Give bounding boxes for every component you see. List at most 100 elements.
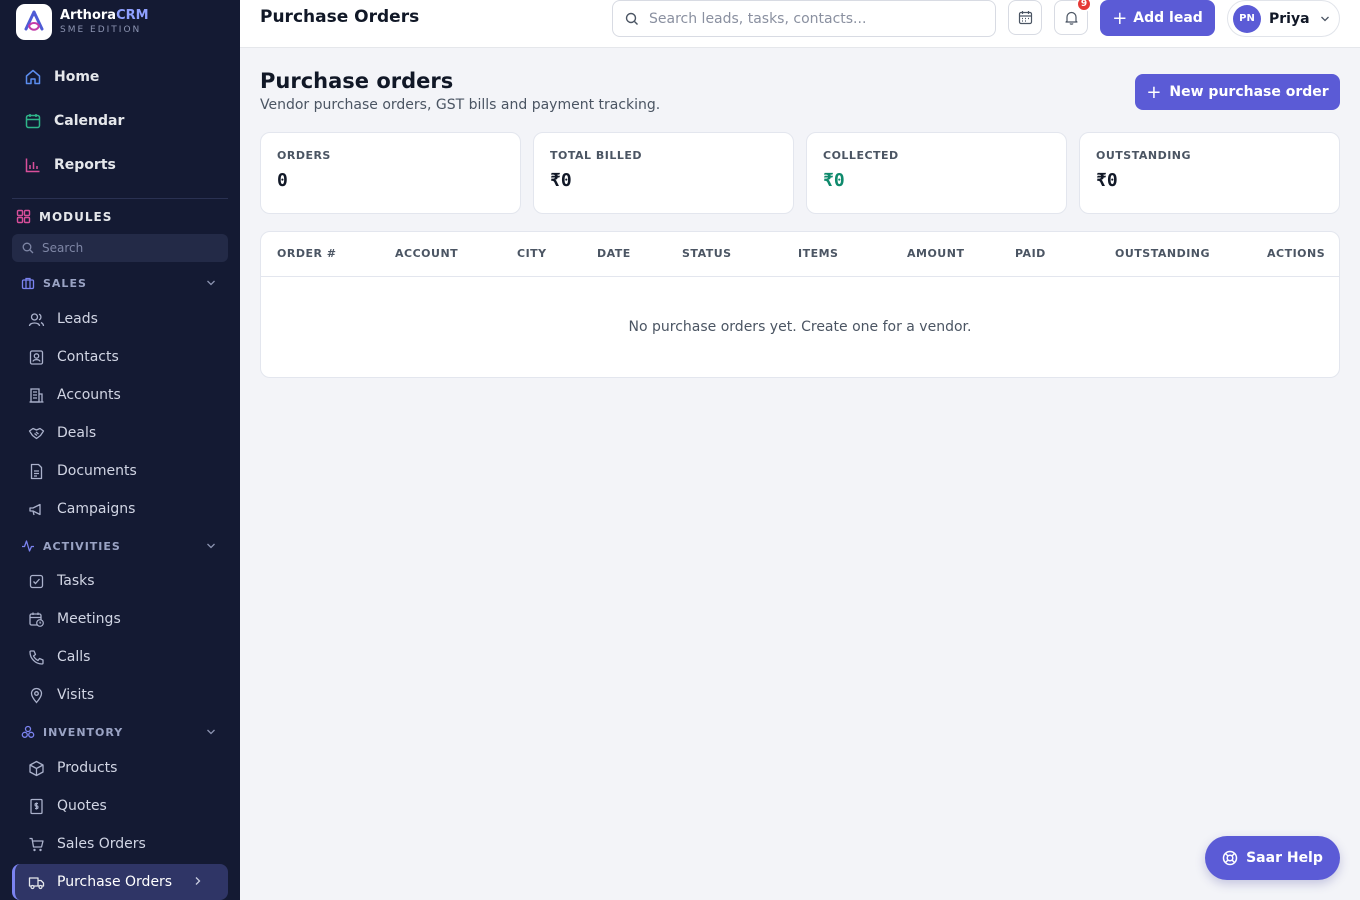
sidebar-item-campaigns[interactable]: Campaigns	[12, 491, 228, 527]
section-sales[interactable]: SALES	[12, 271, 228, 295]
briefcase-icon	[21, 277, 35, 290]
column-header-order-number[interactable]: ORDER #	[277, 247, 336, 260]
boxes-icon	[21, 725, 35, 738]
stat-label: TOTAL BILLED	[550, 149, 642, 162]
cart-icon	[29, 837, 44, 851]
nav-reports[interactable]: Reports	[12, 143, 228, 187]
sidebar-item-accounts[interactable]: Accounts	[12, 377, 228, 413]
document-icon	[30, 463, 43, 479]
map-pin-icon	[30, 687, 43, 703]
new-purchase-order-button[interactable]: + New purchase order	[1135, 74, 1340, 110]
table-header: ORDER # ACCOUNT CITY DATE STATUS ITEMS A…	[261, 232, 1339, 277]
header-title: Purchase Orders	[260, 7, 420, 27]
sidebar: ArthoraCRM SME EDITION Home Calendar Rep…	[0, 0, 240, 900]
brand[interactable]: ArthoraCRM SME EDITION	[16, 4, 149, 40]
handshake-icon	[28, 427, 45, 439]
sidebar-search[interactable]: Search	[12, 234, 228, 262]
section-inventory[interactable]: INVENTORY	[12, 720, 228, 744]
primary-nav: Home Calendar Reports	[12, 55, 228, 187]
bar-chart-icon	[25, 158, 40, 173]
truck-icon	[28, 876, 45, 889]
column-header-account[interactable]: ACCOUNT	[395, 247, 458, 260]
column-header-status[interactable]: STATUS	[682, 247, 732, 260]
sidebar-item-meetings[interactable]: Meetings	[12, 601, 228, 637]
global-search[interactable]	[612, 0, 996, 37]
avatar: PN	[1233, 4, 1261, 33]
column-header-outstanding[interactable]: OUTSTANDING	[1115, 247, 1210, 260]
global-search-input[interactable]	[649, 10, 969, 27]
chevron-down-icon	[207, 543, 215, 549]
bell-icon	[1064, 11, 1078, 25]
notifications-button[interactable]: 9	[1054, 0, 1092, 35]
column-header-date[interactable]: DATE	[597, 247, 631, 260]
contact-card-icon	[29, 349, 44, 365]
stat-card-orders: ORDERS 0	[260, 132, 521, 214]
page-title: Purchase orders	[260, 69, 454, 93]
sidebar-item-quotes[interactable]: Quotes	[12, 788, 228, 824]
column-header-city[interactable]: CITY	[517, 247, 547, 260]
calendar-button[interactable]	[1008, 0, 1042, 35]
chevron-right-icon	[195, 877, 201, 885]
top-bar: Purchase Orders 9 + Add lead PN Priya	[240, 0, 1360, 48]
brand-name: ArthoraCRM	[60, 8, 149, 23]
user-name: Priya	[1269, 10, 1310, 27]
sidebar-item-visits[interactable]: Visits	[12, 677, 228, 713]
building-icon	[29, 387, 44, 403]
chevron-down-icon	[207, 729, 215, 735]
help-button[interactable]: Saar Help	[1205, 836, 1340, 880]
stat-label: COLLECTED	[823, 149, 899, 162]
sidebar-item-sales-orders[interactable]: Sales Orders	[12, 826, 228, 862]
notification-count-badge: 9	[1076, 0, 1092, 12]
calendar-icon	[25, 114, 41, 129]
column-header-amount[interactable]: AMOUNT	[907, 247, 964, 260]
chevron-down-icon	[207, 280, 215, 286]
home-icon	[25, 69, 41, 85]
sidebar-item-deals[interactable]: Deals	[12, 415, 228, 451]
sidebar-item-purchase-orders[interactable]: Purchase Orders	[12, 864, 228, 900]
add-lead-button[interactable]: + Add lead	[1100, 0, 1215, 36]
purchase-orders-table: ORDER # ACCOUNT CITY DATE STATUS ITEMS A…	[260, 231, 1340, 378]
plus-icon: +	[1146, 81, 1162, 103]
sidebar-divider	[12, 198, 228, 199]
stat-card-total-billed: TOTAL BILLED ₹0	[533, 132, 794, 214]
empty-state-message: No purchase orders yet. Create one for a…	[628, 319, 972, 335]
stat-value: ₹0	[550, 170, 572, 191]
search-icon	[625, 12, 638, 25]
new-purchase-order-label: New purchase order	[1169, 84, 1329, 100]
add-lead-label: Add lead	[1133, 10, 1203, 26]
sidebar-item-products[interactable]: Products	[12, 750, 228, 786]
search-icon	[22, 242, 34, 254]
activity-icon	[22, 540, 34, 552]
column-header-items[interactable]: ITEMS	[798, 247, 838, 260]
stat-card-outstanding: OUTSTANDING ₹0	[1079, 132, 1340, 214]
grid-icon	[16, 209, 31, 224]
users-icon	[28, 312, 45, 326]
calendar-icon	[1018, 11, 1032, 25]
stat-label: ORDERS	[277, 149, 331, 162]
page-subtitle: Vendor purchase orders, GST bills and pa…	[260, 97, 661, 113]
calendar-clock-icon	[29, 612, 44, 627]
nav-calendar[interactable]: Calendar	[12, 99, 228, 143]
user-menu[interactable]: PN Priya	[1227, 0, 1340, 37]
stat-card-collected: COLLECTED ₹0	[806, 132, 1067, 214]
package-icon	[29, 760, 44, 776]
nav-home-label: Home	[54, 69, 100, 85]
sidebar-item-leads[interactable]: Leads	[12, 301, 228, 337]
chevron-down-icon	[1320, 16, 1329, 21]
nav-home[interactable]: Home	[12, 55, 228, 99]
sidebar-item-tasks[interactable]: Tasks	[12, 563, 228, 599]
column-header-paid[interactable]: PAID	[1015, 247, 1046, 260]
sidebar-item-documents[interactable]: Documents	[12, 453, 228, 489]
column-header-actions: ACTIONS	[1267, 247, 1326, 260]
lifebuoy-icon	[1222, 850, 1238, 866]
brand-edition: SME EDITION	[60, 25, 142, 35]
stat-label: OUTSTANDING	[1096, 149, 1192, 162]
sidebar-item-calls[interactable]: Calls	[12, 639, 228, 675]
section-activities[interactable]: ACTIVITIES	[12, 534, 228, 558]
sidebar-item-contacts[interactable]: Contacts	[12, 339, 228, 375]
receipt-icon	[30, 798, 43, 814]
phone-icon	[29, 649, 44, 665]
help-button-label: Saar Help	[1246, 850, 1323, 866]
stat-value: ₹0	[823, 170, 845, 191]
stat-value: 0	[277, 170, 288, 191]
